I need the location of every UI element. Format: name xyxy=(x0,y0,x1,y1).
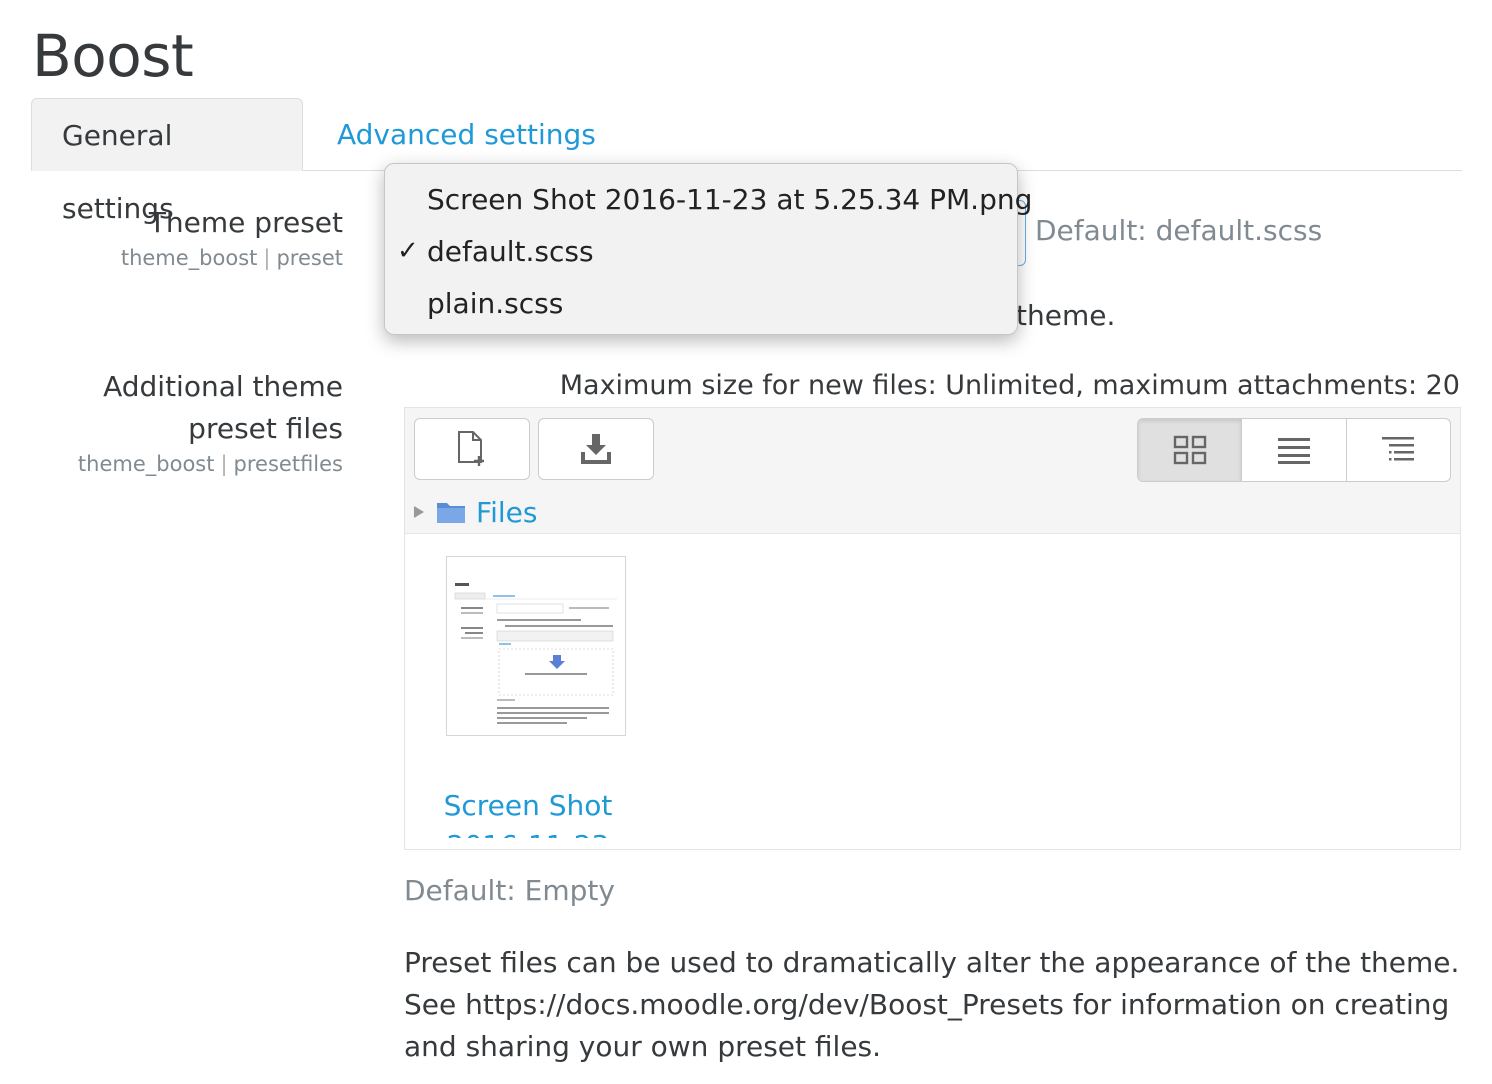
folder-icon xyxy=(437,503,465,523)
view-icons-button[interactable] xyxy=(1138,419,1243,481)
preset-files-default-note: Default: Empty xyxy=(404,874,615,907)
download-icon xyxy=(581,434,611,464)
theme-preset-description: theme. xyxy=(1016,299,1116,332)
add-file-button[interactable] xyxy=(414,418,530,480)
view-list-button[interactable] xyxy=(1242,419,1347,481)
file-name-link[interactable]: Screen Shot 2016-11-23 at xyxy=(430,786,626,838)
page-title: Boost xyxy=(32,22,194,90)
theme-preset-key: theme_boost | preset xyxy=(120,246,343,270)
file-breadcrumb: Files xyxy=(412,494,537,530)
grid-view-icon xyxy=(1173,435,1206,465)
tree-view-icon xyxy=(1382,437,1415,461)
preset-files-label-line2: preset files xyxy=(188,412,343,445)
tab-advanced-settings[interactable]: Advanced settings xyxy=(307,98,626,171)
download-button[interactable] xyxy=(538,418,654,480)
theme-preset-dropdown[interactable]: Screen Shot 2016-11-23 at 5.25.34 PM.png… xyxy=(384,163,1032,335)
preset-files-key-component: theme_boost xyxy=(77,452,215,476)
checkmark-icon: ✓ xyxy=(397,236,419,266)
theme-preset-label: Theme preset xyxy=(148,206,343,239)
preset-files-description: Preset files can be used to dramatically… xyxy=(404,946,1460,1063)
thumbnail-image xyxy=(447,557,625,735)
theme-preset-key-component: theme_boost xyxy=(120,246,258,270)
add-file-icon xyxy=(458,431,484,466)
theme-preset-key-name: preset xyxy=(276,246,343,270)
max-size-note: Maximum size for new files: Unlimited, m… xyxy=(559,370,1460,401)
file-thumbnail[interactable] xyxy=(446,556,626,736)
tab-general-settings[interactable]: General settings xyxy=(31,98,303,225)
preset-files-key: theme_boost | presetfiles xyxy=(77,452,343,476)
theme-preset-default-note: Default: default.scss xyxy=(1035,214,1323,247)
view-tree-button[interactable] xyxy=(1347,419,1450,481)
dropdown-option-default[interactable]: default.scss xyxy=(427,235,594,268)
list-view-icon xyxy=(1277,438,1310,464)
breadcrumb-files-link[interactable]: Files xyxy=(476,496,537,529)
dropdown-option-screenshot[interactable]: Screen Shot 2016-11-23 at 5.25.34 PM.png xyxy=(427,183,1032,216)
triangle-right-icon[interactable] xyxy=(412,504,426,520)
preset-files-label-line1: Additional theme xyxy=(103,370,343,403)
view-mode-toggle[interactable] xyxy=(1137,418,1451,482)
preset-files-key-name: presetfiles xyxy=(233,452,343,476)
dropdown-option-plain[interactable]: plain.scss xyxy=(427,287,563,320)
